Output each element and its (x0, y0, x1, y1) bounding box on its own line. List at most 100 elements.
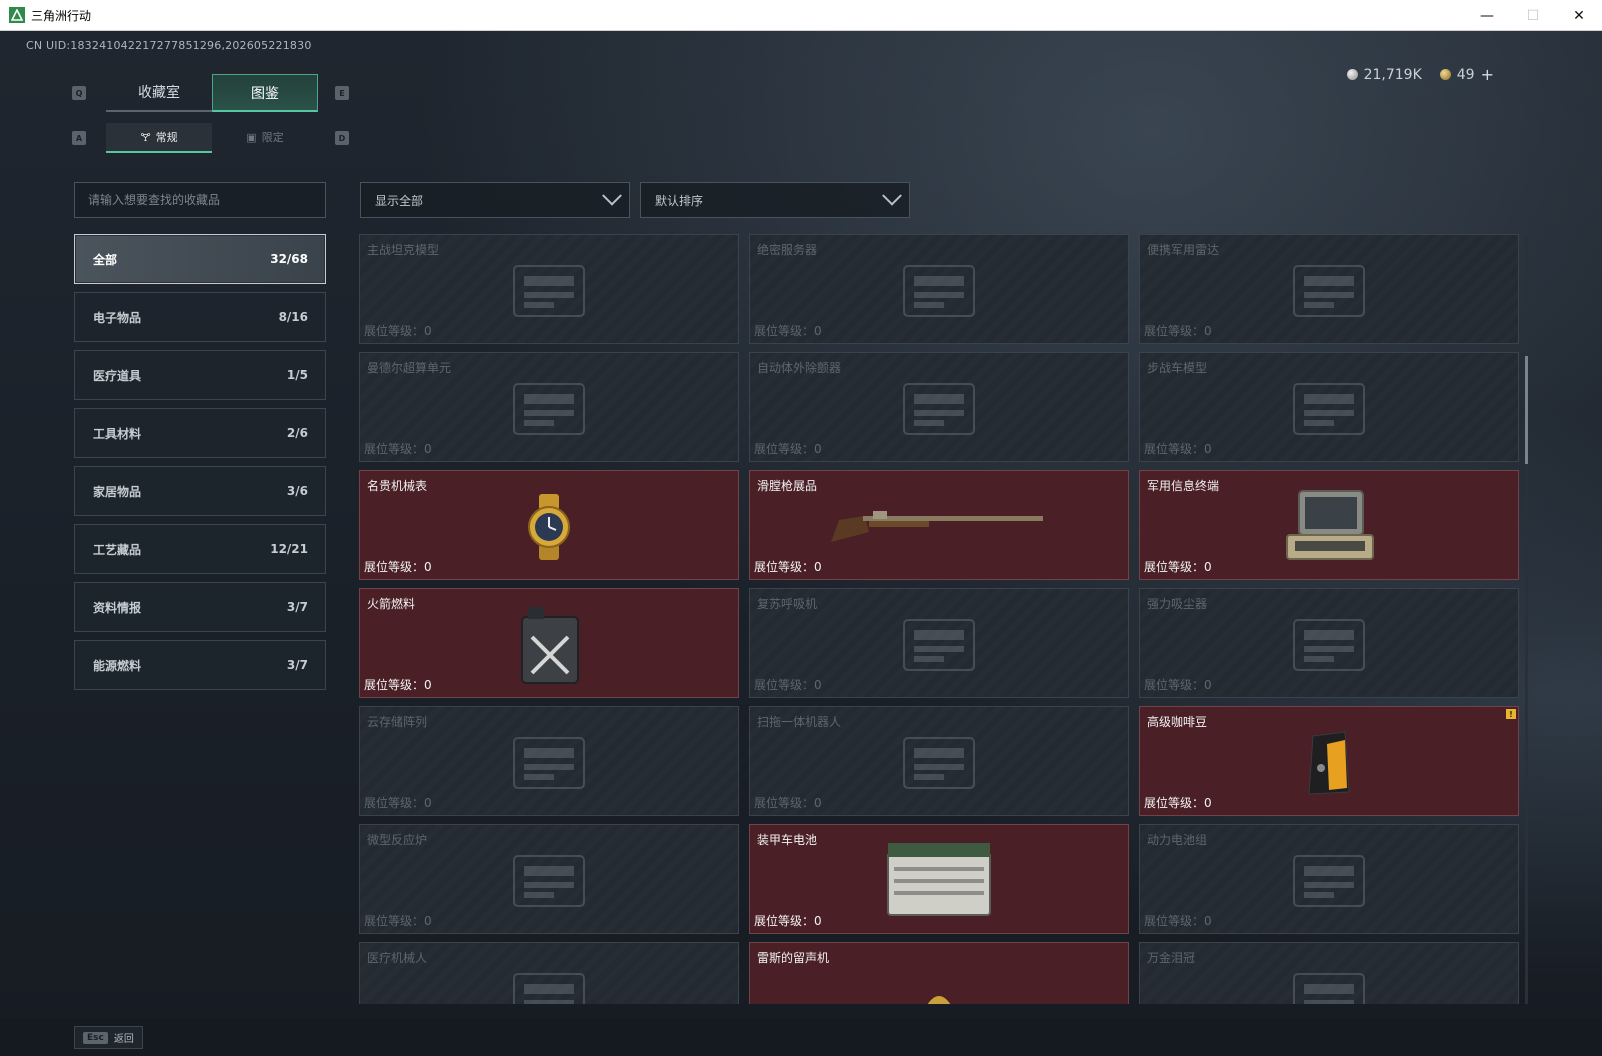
display-level: 展位等级：0 (754, 440, 822, 457)
display-level-value: 0 (424, 914, 432, 928)
collectible-card[interactable]: 云存储阵列展位等级：0 (359, 706, 739, 816)
display-level: 展位等级：0 (364, 794, 432, 811)
category-electronics[interactable]: 电子物品 8/16 (74, 292, 326, 342)
collectible-card[interactable]: 扫拖一体机器人 展位等级：0 (749, 706, 1129, 816)
display-level-value: 0 (814, 796, 822, 810)
category-household[interactable]: 家居物品 3/6 (74, 466, 326, 516)
collectible-card[interactable]: 高级咖啡豆 展位等级：0! (1139, 706, 1519, 816)
back-button[interactable]: Esc 返回 (74, 1026, 143, 1049)
close-button[interactable]: ✕ (1556, 0, 1602, 31)
display-level-label: 展位等级： (754, 796, 815, 810)
category-tools[interactable]: 工具材料 2/6 (74, 408, 326, 458)
compute-unit-icon (504, 374, 594, 448)
collectible-name: 曼德尔超算单元 (367, 361, 452, 375)
collectible-card[interactable]: 主战坦克模型 展位等级：0 (359, 234, 739, 344)
collectible-name: 复苏呼吸机 (757, 597, 818, 611)
category-list: 全部 32/68 电子物品 8/16 医疗道具 1/5 工具材料 2/6 家居物… (74, 234, 326, 698)
grid-scrollbar[interactable] (1525, 236, 1528, 1004)
category-count: 3/7 (286, 600, 308, 614)
display-level-label: 展位等级： (364, 560, 425, 574)
tab-regular-label: 常规 (155, 131, 178, 144)
category-label: 工具材料 (93, 426, 142, 441)
window-titlebar: 三角洲行动 — ☐ ✕ (0, 0, 1602, 31)
category-fuel[interactable]: 能源燃料 3/7 (74, 640, 326, 690)
musket-icon (829, 502, 1049, 556)
collectible-card[interactable]: 强力吸尘器 展位等级：0 (1139, 588, 1519, 698)
collectible-card[interactable]: 微型反应炉 展位等级：0 (359, 824, 739, 934)
esc-key-hint: Esc (83, 1031, 108, 1044)
sort-dropdown[interactable]: 默认排序 (640, 182, 910, 218)
display-level: 展位等级：0 (754, 322, 822, 339)
collectible-name: 云存储阵列 (367, 715, 428, 729)
category-all[interactable]: 全部 32/68 (74, 234, 326, 284)
sub-tabs: 🝖 常规 ▣ 限定 (106, 123, 318, 153)
category-label: 家居物品 (93, 484, 142, 499)
collectible-card[interactable]: 名贵机械表 展位等级：0 (359, 470, 739, 580)
collectible-card[interactable]: 步战车模型 展位等级：0 (1139, 352, 1519, 462)
tab-regular[interactable]: 🝖 常规 (106, 123, 212, 153)
window-title: 三角洲行动 (31, 8, 92, 23)
minimize-button[interactable]: — (1464, 0, 1510, 31)
category-intel[interactable]: 资料情报 3/7 (74, 582, 326, 632)
image-icon: ▣ (246, 130, 257, 144)
add-currency-button[interactable]: + (1481, 65, 1494, 84)
category-crafts[interactable]: 工艺藏品 12/21 (74, 524, 326, 574)
display-level-label: 展位等级： (364, 324, 425, 338)
category-label: 医疗道具 (93, 368, 142, 383)
tab-collection-room[interactable]: 收藏室 (106, 74, 212, 112)
category-count: 12/21 (270, 542, 308, 556)
maximize-button[interactable]: ☐ (1510, 0, 1556, 31)
collectible-card[interactable]: 万金泪冠 (1139, 942, 1519, 1004)
collectible-card[interactable]: 动力电池组 展位等级：0 (1139, 824, 1519, 934)
new-badge-icon: ! (1506, 709, 1516, 719)
collectible-card[interactable]: 雷斯的留声机 (749, 942, 1129, 1004)
collectible-name: 滑膛枪展品 (757, 479, 818, 493)
collectible-name: 动力电池组 (1147, 833, 1208, 847)
gold-coin-icon (1439, 69, 1451, 80)
gold-currency: 49 + (1439, 65, 1494, 84)
display-level-label: 展位等级： (1144, 914, 1205, 928)
collectible-name: 军用信息终端 (1147, 479, 1220, 493)
display-level-label: 展位等级： (754, 442, 815, 456)
scrollbar-thumb[interactable] (1525, 356, 1528, 464)
tab-limited[interactable]: ▣ 限定 (212, 123, 318, 153)
collectible-card[interactable]: 曼德尔超算单元 展位等级：0 (359, 352, 739, 462)
collectible-card[interactable]: 滑膛枪展品 展位等级：0 (749, 470, 1129, 580)
collectible-card[interactable]: 自动体外除颤器 展位等级：0 (749, 352, 1129, 462)
collectible-card[interactable]: 复苏呼吸机 展位等级：0 (749, 588, 1129, 698)
display-level-value: 0 (1204, 324, 1212, 338)
collectible-name: 强力吸尘器 (1147, 597, 1208, 611)
collectible-card[interactable]: 便携军用雷达 展位等级：0 (1139, 234, 1519, 344)
server-icon (894, 256, 984, 330)
game-viewport: CN UID:183241042217277851296,20260522183… (0, 31, 1602, 1056)
display-level-label: 展位等级： (364, 796, 425, 810)
display-level: 展位等级：0 (1144, 322, 1212, 339)
battery-icon (884, 839, 994, 927)
terminal-icon (1281, 489, 1377, 569)
collectible-card[interactable]: 医疗机械人 (359, 942, 739, 1004)
display-level: 展位等级：0 (364, 676, 432, 693)
display-level-value: 0 (1204, 796, 1212, 810)
search-input[interactable] (74, 182, 326, 218)
key-hint-d: D (335, 131, 349, 145)
currency-bar: 21,719K 49 + (1346, 65, 1494, 84)
collectible-name: 装甲车电池 (757, 833, 818, 847)
collectible-name: 扫拖一体机器人 (757, 715, 842, 729)
collectible-card[interactable]: 装甲车电池 展位等级：0 (749, 824, 1129, 934)
category-label: 能源燃料 (93, 658, 142, 673)
sort-dropdown-label: 默认排序 (655, 193, 704, 208)
display-level-value: 0 (424, 678, 432, 692)
category-label: 资料情报 (93, 600, 142, 615)
display-level-value: 0 (814, 442, 822, 456)
collectible-card[interactable]: 绝密服务器 展位等级：0 (749, 234, 1129, 344)
collectible-name: 雷斯的留声机 (757, 951, 830, 965)
display-level-value: 0 (814, 914, 822, 928)
collectible-card[interactable]: 军用信息终端 展位等级：0 (1139, 470, 1519, 580)
filter-dropdown[interactable]: 显示全部 (360, 182, 630, 218)
category-medical[interactable]: 医疗道具 1/5 (74, 350, 326, 400)
collection-grid-viewport[interactable]: 主战坦克模型 展位等级：0 绝密服务器 展位等级：0 便携军用雷达 展位等级：0 曼德尔超算… (359, 234, 1520, 1004)
display-level-value: 0 (424, 324, 432, 338)
tab-catalog[interactable]: 图鉴 (212, 74, 318, 112)
collectible-card[interactable]: 火箭燃料 展位等级：0 (359, 588, 739, 698)
defibrillator-icon (894, 374, 984, 448)
